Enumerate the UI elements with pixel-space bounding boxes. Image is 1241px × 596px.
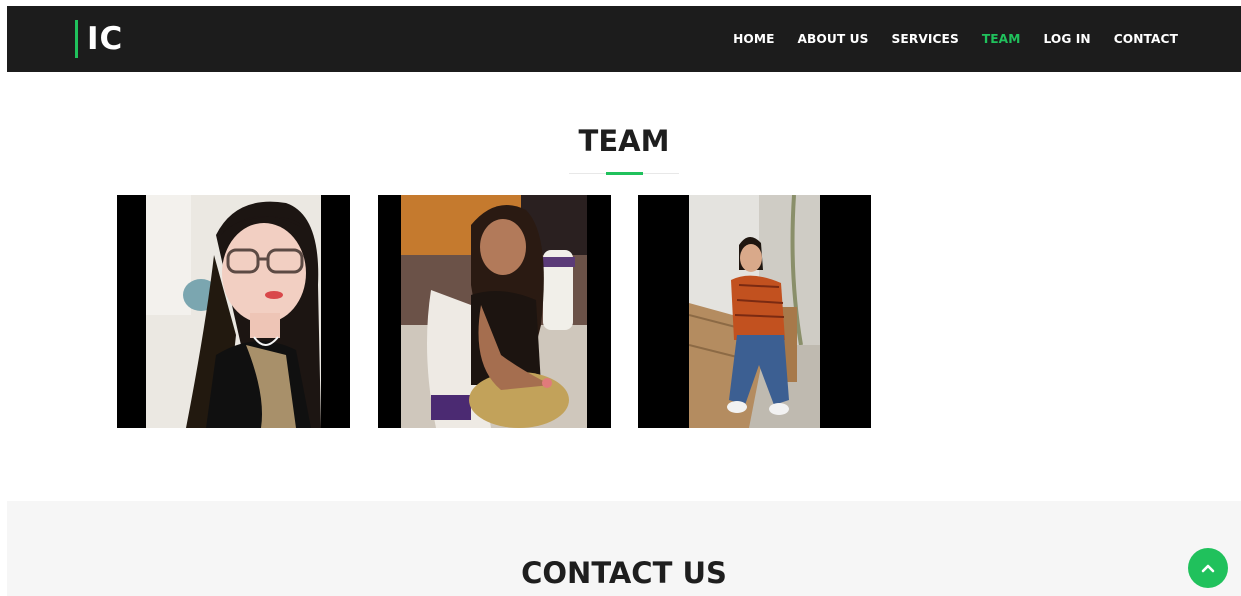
logo-accent-bar [75,20,78,58]
nav-home[interactable]: HOME [733,32,774,46]
team-member-photo [401,195,587,428]
nav-team[interactable]: TEAM [982,32,1021,46]
logo[interactable]: IC [75,20,123,58]
nav-services[interactable]: SERVICES [892,32,959,46]
portrait-woman-seated-event-image [401,195,587,428]
nav-log-in[interactable]: LOG IN [1043,32,1090,46]
team-section-title: TEAM [578,124,670,158]
team-member-card [117,195,350,428]
team-member-photo [689,195,820,428]
team-member-photo [146,195,321,428]
team-member-card [378,195,611,428]
portrait-woman-at-table-image [689,195,820,428]
team-member-card [638,195,871,428]
main-nav: HOME ABOUT US SERVICES TEAM LOG IN CONTA… [710,6,1178,72]
logo-text: IC [87,21,124,57]
back-to-top-button[interactable] [1188,548,1228,588]
portrait-woman-glasses-image [146,195,321,428]
nav-about-us[interactable]: ABOUT US [798,32,869,46]
contact-section: CONTACT US [7,501,1241,596]
nav-contact[interactable]: CONTACT [1114,32,1178,46]
navbar: IC HOME ABOUT US SERVICES TEAM LOG IN CO… [7,6,1241,72]
page: IC HOME ABOUT US SERVICES TEAM LOG IN CO… [0,0,1241,596]
title-accent-line [606,172,643,175]
chevron-up-icon [1201,564,1215,573]
contact-section-title: CONTACT US [521,556,727,590]
